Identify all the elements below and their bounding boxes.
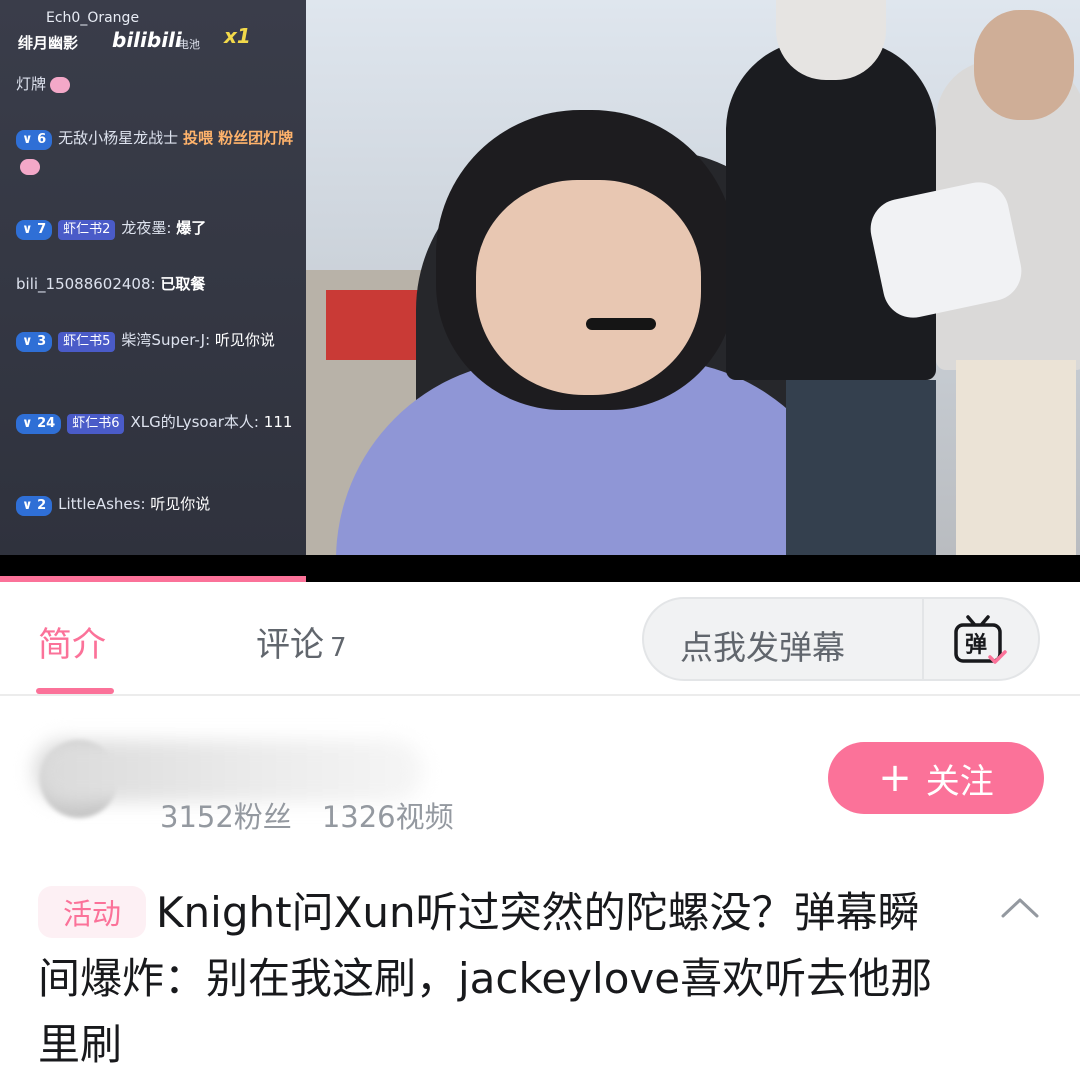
live-chat-panel: Ech0_Orange 绯月幽影 bilibili 电池 x1 灯牌 ∨ 6 无敌…: [0, 0, 306, 555]
tab-intro[interactable]: 简介: [38, 617, 106, 666]
chat-header: Ech0_Orange 绯月幽影 bilibili 电池 x1: [0, 0, 306, 62]
gift-combo-count: x1: [224, 24, 251, 48]
video-frame[interactable]: [306, 0, 1080, 555]
video-title: Knight问Xun听过突然的陀螺没？弹幕瞬间爆炸：别在我这刷，jackeylo…: [38, 888, 933, 1069]
chat-text: 听见你说: [150, 495, 211, 513]
tab-comments[interactable]: 评论 7: [256, 617, 347, 666]
video-count: 1326视频: [321, 800, 454, 834]
video-player[interactable]: Ech0_Orange 绯月幽影 bilibili 电池 x1 灯牌 ∨ 6 无敌…: [0, 0, 1080, 582]
chat-message: ∨ 6 无敌小杨星龙战士 投喂 粉丝团灯牌: [16, 124, 296, 180]
chat-user: 龙夜墨:: [121, 219, 172, 237]
level-badge: ∨ 3: [16, 332, 53, 352]
fan-badge-icon: [50, 76, 71, 93]
chat-user: XLG的Lysoar本人:: [130, 413, 259, 431]
chat-message: ∨ 7 虾仁书2 龙夜墨: 爆了: [16, 214, 206, 242]
fans-count: 3152粉丝: [160, 800, 292, 834]
level-badge: ∨ 24: [16, 414, 62, 434]
active-tab-indicator: [36, 688, 114, 694]
chat-text: 111: [263, 413, 293, 431]
uploader-stats: 3152粉丝 1326视频: [160, 794, 454, 836]
chat-text: 已取餐: [160, 275, 206, 293]
chevron-up-icon[interactable]: [1000, 892, 1040, 922]
tab-bar: 简介 评论 7 点我发弹幕 弹: [0, 582, 1080, 696]
divider: [922, 599, 924, 679]
danmaku-glyph: 弹: [965, 633, 987, 658]
level-badge: ∨ 2: [16, 496, 53, 516]
chat-text: 听见你说: [214, 331, 275, 349]
fan-medal: 虾仁书5: [58, 332, 116, 352]
tab-comments-label: 评论: [256, 625, 324, 665]
uploader-name-redacted[interactable]: [34, 740, 424, 802]
right-person-pants: [956, 360, 1076, 555]
bilibili-logo: bilibili: [112, 28, 182, 52]
danmaku-toggle-icon[interactable]: 弹: [950, 611, 1010, 671]
fan-medal: 虾仁书2: [58, 220, 116, 240]
danmaku-input[interactable]: 点我发弹幕 弹: [642, 597, 1040, 681]
streamer-name: 绯月幽影: [18, 34, 79, 52]
chat-user: bili_15088602408:: [16, 275, 156, 293]
gift-sender-name: Ech0_Orange: [46, 10, 140, 26]
chat-message: 灯牌: [16, 70, 71, 98]
follow-button[interactable]: + 关注: [828, 742, 1044, 814]
chat-text: 灯牌: [16, 75, 47, 93]
chat-message: bili_15088602408: 已取餐: [16, 270, 205, 298]
chat-user: LittleAshes:: [58, 495, 146, 513]
follow-label: 关注: [925, 761, 994, 802]
fan-medal: 虾仁书6: [67, 414, 125, 434]
level-badge: ∨ 7: [16, 220, 53, 240]
streamer-face: [476, 180, 701, 395]
standing-person-jeans: [786, 380, 936, 555]
chat-text: 投喂 粉丝团灯牌: [182, 129, 294, 147]
level-badge: ∨ 6: [16, 130, 53, 150]
gift-label: 电池: [178, 38, 200, 51]
chat-user: 无敌小杨星龙战士: [58, 129, 179, 147]
activity-tag[interactable]: 活动: [38, 886, 146, 938]
right-person-face: [974, 10, 1074, 120]
chat-message: ∨ 24 虾仁书6 XLG的Lysoar本人: 111: [16, 408, 296, 436]
fan-badge-icon: [20, 158, 40, 175]
plus-icon: +: [878, 755, 912, 801]
danmaku-placeholder[interactable]: 点我发弹幕: [680, 621, 845, 669]
headset-mic: [586, 318, 656, 330]
chat-message: ∨ 2 LittleAshes: 听见你说: [16, 490, 210, 518]
chat-user: 柴湾Super-J:: [121, 331, 211, 349]
comment-count: 7: [330, 633, 347, 663]
chat-message: ∨ 3 虾仁书5 柴湾Super-J: 听见你说: [16, 326, 296, 354]
uploader-info: 3152粉丝 1326视频 + 关注: [0, 700, 1080, 850]
chat-text: 爆了: [176, 219, 207, 237]
